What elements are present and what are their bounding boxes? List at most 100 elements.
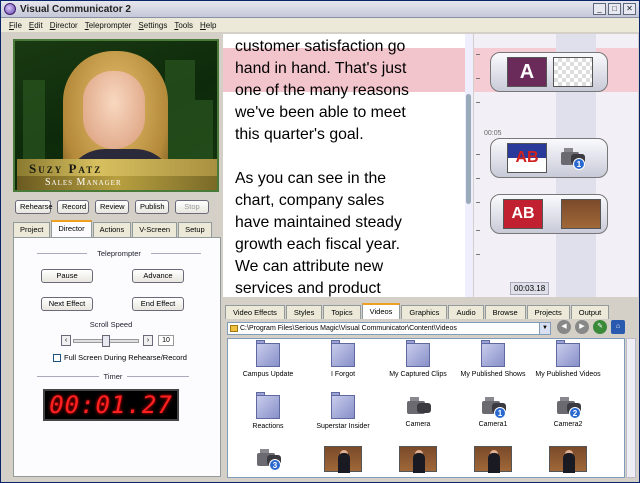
review-button[interactable]: Review [95,200,129,214]
folder-item[interactable]: My Captured Clips [380,340,456,378]
path-field[interactable]: C:\Program Files\Serious Magic\Visual Co… [227,322,551,335]
maximize-button[interactable]: □ [608,3,621,15]
tab-actions[interactable]: Actions [92,222,132,237]
transparent-thumbnail [553,57,593,87]
video-item[interactable] [305,446,381,473]
item-label: Reactions [252,423,284,430]
graphic-ab-icon: AB [507,143,547,173]
camera-item[interactable]: 3 [230,446,306,473]
slider-left-arrow-icon[interactable]: ‹ [61,335,71,346]
tab-director[interactable]: Director [51,220,92,237]
app-window: Visual Communicator 2 _ □ ✕ File Edit Di… [0,0,640,483]
video-item[interactable] [530,446,606,473]
menu-file[interactable]: File [9,21,22,30]
script-scrollbar[interactable] [465,34,473,297]
tab-output[interactable]: Output [570,305,610,319]
folder-icon [255,340,281,368]
menu-help[interactable]: Help [200,21,216,30]
tab-topics[interactable]: Topics [323,305,361,319]
tab-videos[interactable]: Videos [361,303,401,319]
menu-teleprompter[interactable]: Teleprompter [85,21,132,30]
path-text: C:\Program Files\Serious Magic\Visual Co… [240,325,457,332]
graphic-a-icon: A [507,57,547,87]
record-button[interactable]: Record [57,200,89,214]
menu-settings[interactable]: Settings [138,21,167,30]
video-item[interactable] [380,446,456,473]
pause-button[interactable]: Pause [41,269,93,283]
fullscreen-checkbox[interactable] [53,353,61,362]
video-preview: Suzy Patz Sales Manager [13,39,219,192]
teleprompter-group-label: Teleprompter [97,249,141,258]
tab-styles[interactable]: Styles [285,305,323,319]
tab-project[interactable]: Project [13,222,51,237]
slider-right-arrow-icon[interactable]: › [143,335,153,346]
tab-setup[interactable]: Setup [178,222,212,237]
camera-item[interactable]: Camera [380,394,456,428]
camera-item[interactable]: 2 Camera2 [530,394,606,428]
item-label: Camera2 [553,421,583,428]
folder-icon [330,340,356,368]
menu-director[interactable]: Director [50,21,78,30]
forward-icon[interactable]: ▶ [575,320,589,334]
timer-label: Timer [103,372,123,381]
folder-item[interactable]: Reactions [230,392,306,430]
browser-tabs: Video Effects Styles Topics Videos Graph… [225,303,610,319]
browser-scrollbar[interactable] [626,338,636,478]
lower-third-name: Suzy Patz [29,161,103,176]
menu-edit[interactable]: Edit [29,21,43,30]
stop-button[interactable]: Stop [175,200,209,214]
timeline-clip-2[interactable]: AB 1 [490,138,608,178]
folder-item[interactable]: Campus Update [230,340,306,378]
item-label: My Captured Clips [389,371,447,378]
app-logo-icon [4,3,16,15]
publish-button[interactable]: Publish [135,200,169,214]
tab-audio[interactable]: Audio [448,305,484,319]
menu-bar: File Edit Director Teleprompter Settings… [1,18,639,32]
video-thumbnail [561,199,601,229]
tab-browse[interactable]: Browse [484,305,526,319]
minimize-button[interactable]: _ [593,3,606,15]
scroll-speed-slider[interactable]: ‹ › [61,335,153,347]
end-effect-button[interactable]: End Effect [132,297,184,311]
folder-icon [230,325,238,332]
fullscreen-checkbox-row[interactable]: Full Screen During Rehearse/Record [53,353,187,362]
folder-item[interactable]: I Forgot [305,340,381,378]
folder-item[interactable]: My Published Videos [530,340,606,378]
left-tabs: Project Director Actions V-Screen Setup [13,220,212,237]
camera-icon: 2 [555,396,581,419]
transport-controls: Rehearse Record Review Publish Stop [15,200,209,214]
camera-item[interactable]: 1 Camera1 [455,394,531,428]
menu-tools[interactable]: Tools [174,21,193,30]
timer-display: 00:01.27 [43,389,179,421]
script-text: customer satisfaction go hand in hand. T… [235,38,409,297]
folder-icon [555,340,581,368]
folder-icon [480,340,506,368]
tab-video-effects[interactable]: Video Effects [225,305,285,319]
edit-icon[interactable]: ✎ [593,320,607,334]
home-icon[interactable]: ⌂ [611,320,625,334]
script-scroll-thumb[interactable] [466,94,471,204]
slider-thumb[interactable] [102,335,110,347]
back-icon[interactable]: ◀ [557,320,571,334]
timeline-clip-3[interactable]: AB [490,194,608,234]
lower-third-graphic: Suzy Patz Sales Manager [15,159,217,190]
lower-third-role: Sales Manager [45,177,122,188]
folder-item[interactable]: My Published Shows [455,340,531,378]
camera1-icon: 1 [559,147,585,170]
advance-button[interactable]: Advance [132,269,184,283]
teleprompter-script[interactable]: customer satisfaction go hand in hand. T… [223,34,473,297]
folder-item[interactable]: Superstar Insider [305,392,381,430]
timeline-clip-1[interactable]: A [490,52,608,92]
path-dropdown-icon[interactable]: ▼ [539,323,550,334]
close-button[interactable]: ✕ [623,3,636,15]
rehearse-button[interactable]: Rehearse [15,200,53,214]
next-effect-button[interactable]: Next Effect [41,297,93,311]
effects-timeline[interactable]: 00:05 A AB 1 AB 00:03.18 [474,34,638,297]
folder-icon [330,392,356,420]
tab-projects[interactable]: Projects [526,305,570,319]
tab-graphics[interactable]: Graphics [401,305,448,319]
videos-grid: Campus Update I Forgot My Captured Clips My… [227,338,625,478]
video-item[interactable] [455,446,531,473]
tab-v-screen[interactable]: V-Screen [132,222,178,237]
timeline-readout: 00:03.18 [510,282,550,295]
